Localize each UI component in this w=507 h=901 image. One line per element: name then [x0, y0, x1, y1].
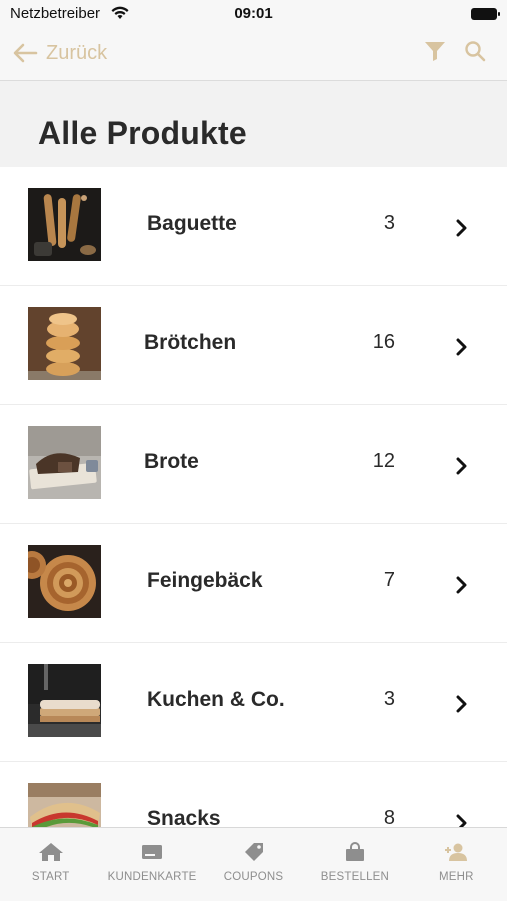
list-item[interactable]: Brote 12	[0, 405, 507, 524]
page-title: Alle Produkte	[38, 115, 247, 151]
search-icon[interactable]	[464, 40, 486, 62]
title-section: Alle Produkte	[0, 81, 507, 167]
tab-label: KUNDENKARTE	[107, 871, 197, 883]
back-arrow-icon	[13, 43, 38, 63]
product-count: 8	[383, 807, 395, 827]
battery-icon	[471, 8, 500, 20]
list-item[interactable]: Kuchen & Co. 3	[0, 643, 507, 762]
bread-loaf-photo	[28, 426, 101, 499]
list-item[interactable]: Snacks 8	[0, 762, 507, 827]
roll-stack-photo	[28, 307, 101, 380]
baguette-photo	[28, 188, 101, 261]
product-count: 12	[372, 450, 395, 472]
tab-label: MEHR	[438, 871, 474, 883]
home-icon	[38, 843, 63, 861]
cinnamon-roll-photo	[28, 545, 101, 618]
tab-label: COUPONS	[223, 871, 284, 883]
tab-kundenkarte[interactable]: KUNDENKARTE	[101, 828, 202, 901]
product-name: Baguette	[147, 212, 237, 235]
sandwich-photo	[28, 783, 101, 827]
navigation-bar: Zurück	[0, 28, 507, 81]
bag-icon	[345, 842, 364, 861]
list-item[interactable]: Brötchen 16	[0, 286, 507, 405]
product-name: Brote	[144, 450, 199, 473]
product-count: 16	[372, 331, 395, 353]
status-bar: Netzbetreiber 09:01	[0, 0, 507, 28]
card-icon	[142, 845, 163, 859]
back-button[interactable]: Zurück	[12, 38, 107, 68]
product-name: Feingebäck	[147, 569, 263, 592]
product-count: 3	[383, 212, 395, 234]
chevron-right-icon	[456, 814, 467, 827]
filter-icon[interactable]	[424, 40, 446, 62]
cake-photo	[28, 664, 101, 737]
product-name: Snacks	[147, 807, 221, 827]
list-item[interactable]: Baguette 3	[0, 167, 507, 286]
chevron-right-icon	[456, 576, 467, 594]
chevron-right-icon	[456, 219, 467, 237]
clock: 09:01	[234, 5, 273, 22]
chevron-right-icon	[456, 457, 467, 475]
add-person-icon	[445, 843, 468, 861]
chevron-right-icon	[456, 338, 467, 356]
product-name: Kuchen & Co.	[147, 688, 285, 711]
chevron-right-icon	[456, 695, 467, 713]
back-label: Zurück	[46, 41, 108, 64]
tab-label: START	[31, 871, 70, 883]
tab-bar: START KUNDENKARTE COUPONS BESTELLEN MEHR	[0, 827, 507, 901]
tab-coupons[interactable]: COUPONS	[203, 828, 304, 901]
product-count: 3	[383, 688, 395, 710]
tab-label: BESTELLEN	[320, 871, 390, 883]
list-item[interactable]: Feingebäck 7	[0, 524, 507, 643]
tab-mehr[interactable]: MEHR	[406, 828, 507, 901]
tab-start[interactable]: START	[0, 828, 101, 901]
tag-icon	[244, 843, 263, 861]
product-category-list: Baguette 3 Brötchen 16 Brote 12 Feingebä…	[0, 167, 507, 827]
tab-bestellen[interactable]: BESTELLEN	[304, 828, 405, 901]
product-count: 7	[383, 569, 395, 591]
product-name: Brötchen	[144, 331, 237, 354]
